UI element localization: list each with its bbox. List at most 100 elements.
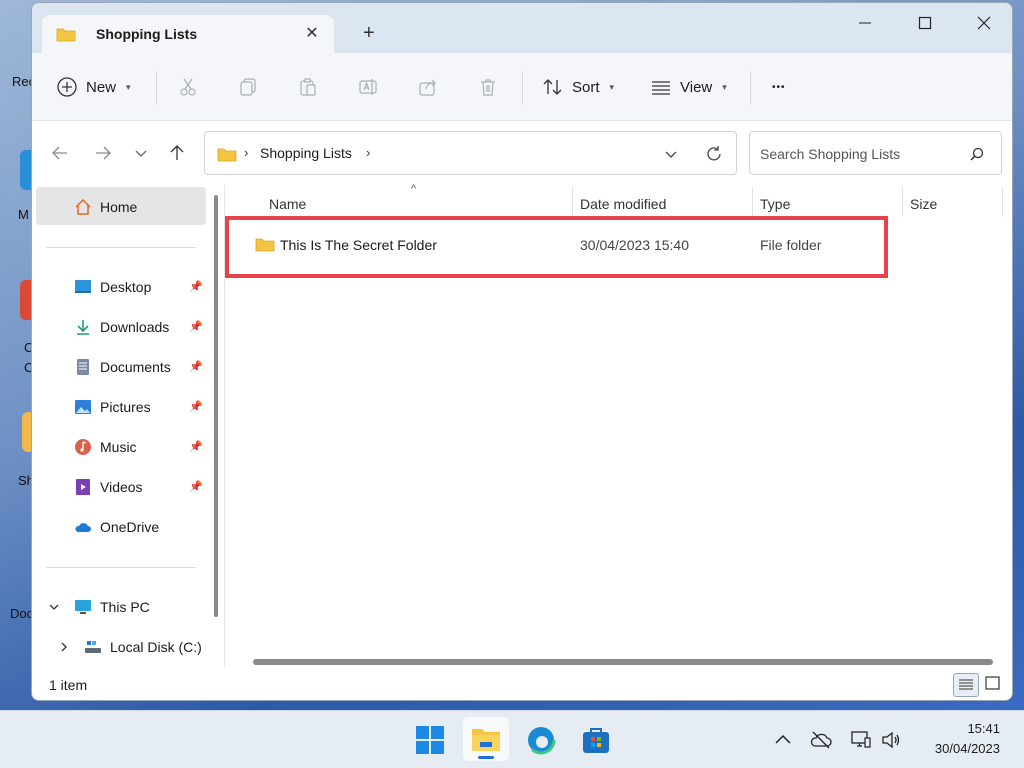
sidebar-item-label: Home: [100, 199, 138, 215]
toolbar-divider: [522, 71, 523, 105]
horizontal-scrollbar[interactable]: [253, 659, 993, 665]
sidebar-item-label: This PC: [100, 599, 150, 615]
sidebar-item-music[interactable]: Music 📌: [32, 429, 224, 465]
new-label: New: [86, 78, 117, 96]
chevron-down-icon: ▾: [722, 81, 727, 92]
sidebar-item-label: Videos: [100, 479, 143, 495]
address-bar[interactable]: › Shopping Lists ›: [204, 131, 737, 175]
status-bar: 1 item: [32, 667, 1012, 700]
view-button[interactable]: View ▾: [650, 75, 727, 99]
chevron-down-icon[interactable]: [48, 601, 60, 613]
breadcrumb-shopping-lists[interactable]: Shopping Lists: [260, 145, 352, 161]
more-options-button[interactable]: •••: [772, 75, 786, 99]
breadcrumb-chevron-icon[interactable]: ›: [366, 145, 370, 160]
column-header-name[interactable]: Name: [269, 196, 306, 212]
minimize-button[interactable]: [850, 11, 880, 35]
sidebar-item-documents[interactable]: Documents 📌: [32, 349, 224, 385]
up-button[interactable]: [165, 141, 189, 165]
tab-title: Shopping Lists: [96, 26, 198, 42]
column-header-date[interactable]: Date modified: [580, 196, 666, 212]
sidebar-item-label: Pictures: [100, 399, 151, 415]
sidebar-scrollbar[interactable]: [214, 195, 218, 617]
refresh-icon[interactable]: [704, 144, 724, 164]
search-placeholder: Search Shopping Lists: [760, 146, 901, 162]
sidebar-item-label: OneDrive: [100, 519, 160, 535]
sidebar-item-home[interactable]: Home: [32, 189, 224, 225]
column-divider[interactable]: [752, 187, 753, 217]
sidebar-item-onedrive[interactable]: OneDrive: [32, 509, 224, 545]
command-bar: New ▾ Sort ▾ View ▾ •••: [32, 53, 1012, 121]
file-explorer-taskbar-button[interactable]: [463, 717, 509, 761]
music-icon: [75, 439, 91, 455]
rename-icon[interactable]: [358, 77, 378, 97]
start-button[interactable]: [407, 717, 453, 761]
recent-locations-button[interactable]: [129, 141, 153, 165]
documents-icon: [77, 359, 89, 375]
paste-icon[interactable]: [298, 77, 318, 97]
new-tab-button[interactable]: +: [363, 23, 375, 43]
close-window-button[interactable]: [969, 11, 999, 35]
sidebar-item-local-disk[interactable]: Local Disk (C:): [32, 629, 224, 665]
column-header-size[interactable]: Size: [910, 196, 937, 212]
search-icon[interactable]: [969, 146, 985, 162]
pin-icon[interactable]: 📌: [189, 400, 203, 413]
edge-browser-icon: [526, 725, 556, 755]
system-clock[interactable]: 15:41 30/04/2023: [935, 719, 1000, 759]
sort-icon: [543, 79, 562, 95]
breadcrumb-chevron-icon[interactable]: ›: [244, 145, 248, 160]
more-icon: •••: [772, 81, 786, 93]
drive-icon: [85, 641, 101, 653]
copy-icon[interactable]: [238, 77, 258, 97]
sidebar-item-label: Downloads: [100, 319, 170, 335]
back-button[interactable]: [48, 141, 72, 165]
pin-icon[interactable]: 📌: [189, 440, 203, 453]
store-icon: [583, 728, 609, 753]
pin-icon[interactable]: 📌: [189, 320, 203, 333]
file-explorer-window: Shopping Lists ✕ + New ▾ Sort ▾ View ▾ •…: [31, 2, 1013, 701]
column-divider[interactable]: [902, 187, 903, 217]
search-input[interactable]: Search Shopping Lists: [749, 131, 1002, 175]
onedrive-status-icon[interactable]: [810, 729, 832, 751]
tiles-view-button[interactable]: [981, 673, 1007, 697]
details-view-button[interactable]: [953, 673, 979, 697]
desktop-label-m: M: [18, 207, 29, 222]
pin-icon[interactable]: 📌: [189, 280, 203, 293]
column-divider[interactable]: [1002, 187, 1003, 217]
column-divider[interactable]: [572, 187, 573, 217]
item-count: 1 item: [49, 677, 88, 693]
forward-button[interactable]: [91, 141, 115, 165]
maximize-button[interactable]: [910, 11, 940, 35]
sidebar-item-desktop[interactable]: Desktop 📌: [32, 269, 224, 305]
volume-icon[interactable]: [880, 729, 902, 751]
store-taskbar-button[interactable]: [573, 717, 619, 761]
tab-shopping-lists[interactable]: Shopping Lists ✕: [42, 15, 334, 53]
onedrive-cloud-icon: [75, 523, 91, 532]
sidebar-item-pictures[interactable]: Pictures 📌: [32, 389, 224, 425]
toolbar-divider: [750, 71, 751, 105]
cut-icon[interactable]: [178, 77, 198, 97]
active-indicator: [478, 756, 494, 759]
network-icon[interactable]: [850, 729, 872, 751]
edge-taskbar-button[interactable]: [518, 717, 564, 761]
show-hidden-icons-chevron-up-icon[interactable]: [772, 729, 794, 751]
pin-icon[interactable]: 📌: [189, 360, 203, 373]
view-label: View: [680, 78, 713, 96]
new-button[interactable]: New ▾: [56, 75, 131, 99]
sidebar-item-downloads[interactable]: Downloads 📌: [32, 309, 224, 345]
column-header-type[interactable]: Type: [760, 196, 790, 212]
share-icon[interactable]: [418, 77, 438, 97]
pin-icon[interactable]: 📌: [189, 480, 203, 493]
chevron-right-icon[interactable]: [58, 641, 70, 653]
sidebar-item-label: Documents: [100, 359, 171, 375]
toolbar-divider: [156, 71, 157, 105]
sort-button[interactable]: Sort ▾: [542, 75, 614, 99]
sidebar-item-label: Local Disk (C:): [110, 639, 202, 655]
videos-icon: [76, 479, 90, 495]
plus-circle-icon: [57, 77, 77, 97]
sort-label: Sort: [572, 78, 600, 96]
sidebar-item-this-pc[interactable]: This PC: [32, 589, 224, 625]
address-dropdown-icon[interactable]: [664, 147, 678, 161]
tab-close-icon[interactable]: ✕: [302, 23, 322, 43]
delete-icon[interactable]: [478, 77, 498, 97]
sidebar-item-videos[interactable]: Videos 📌: [32, 469, 224, 505]
